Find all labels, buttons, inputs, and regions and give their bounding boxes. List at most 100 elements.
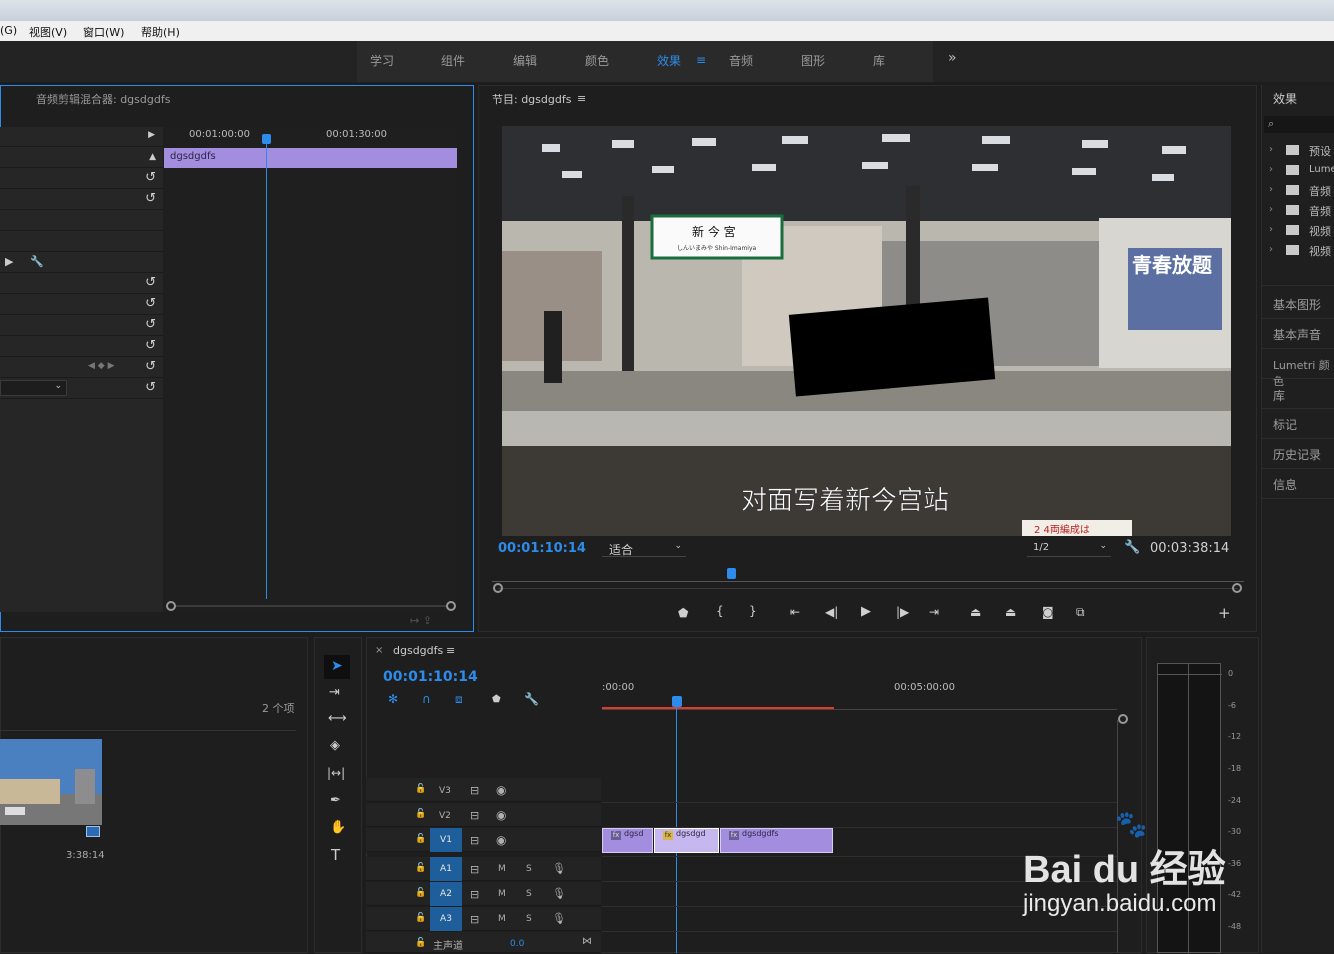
step-forward-icon[interactable]: |▶ (896, 605, 909, 619)
workspace-editing[interactable]: 编辑 (513, 52, 537, 69)
eye-icon[interactable]: ◉ (496, 833, 506, 847)
project-thumbnail[interactable] (0, 739, 102, 825)
timeline-playhead-handle[interactable] (672, 696, 682, 707)
lock-icon[interactable]: 🔓 (415, 784, 426, 794)
keyframe-nav-icon[interactable]: ◀ ◆ ▶ (88, 361, 115, 371)
sync-lock-icon[interactable]: ⊟ (470, 809, 479, 822)
microphone-icon[interactable]: 🎙 (552, 862, 566, 875)
track-target-a3[interactable]: A3 (430, 907, 462, 931)
lock-icon[interactable]: 🔓 (415, 809, 426, 819)
program-timecode[interactable]: 00:01:10:14 (498, 541, 586, 556)
microphone-icon[interactable]: 🎙 (552, 912, 566, 925)
lift-icon[interactable]: ⏏ (970, 605, 981, 619)
camera-icon[interactable]: ◙ (1042, 605, 1054, 619)
snap-icon[interactable]: ∩ (422, 692, 431, 706)
compare-icon[interactable]: ⧉ (1076, 605, 1085, 620)
track-target-a2[interactable]: A2 (430, 882, 462, 906)
reset-icon[interactable]: ↺ (145, 317, 156, 332)
reset-icon[interactable]: ↺ (145, 191, 156, 206)
lock-icon[interactable]: 🔓 (415, 913, 426, 923)
mute-button[interactable]: M (498, 889, 506, 899)
panel-markers[interactable]: 标记 (1273, 416, 1297, 433)
workspace-learn[interactable]: 学习 (370, 52, 394, 69)
go-to-edit-icon[interactable]: ⋈ (582, 936, 592, 947)
go-to-in-icon[interactable]: ⇤ (790, 605, 800, 619)
reset-icon[interactable]: ↺ (145, 338, 156, 353)
wrench-icon[interactable]: 🔧 (524, 692, 539, 706)
menu-graphics[interactable]: (G) (0, 24, 17, 37)
razor-tool-icon[interactable]: ◈ (330, 738, 340, 753)
workspace-overflow-icon[interactable]: » (948, 50, 957, 66)
extract-icon[interactable]: ⏏ (1005, 605, 1016, 619)
workspace-menu-icon[interactable]: ≡ (696, 53, 706, 67)
panel-info[interactable]: 信息 (1273, 476, 1297, 493)
timeline-timecode[interactable]: 00:01:10:14 (383, 669, 478, 685)
workspace-graphics[interactable]: 图形 (801, 52, 825, 69)
lock-icon[interactable]: 🔓 (415, 863, 426, 873)
type-tool-icon[interactable]: T (331, 846, 340, 864)
play-icon[interactable]: ▶ (861, 604, 871, 619)
lock-icon[interactable]: 🔓 (415, 938, 426, 948)
selection-tool[interactable]: ➤ (324, 655, 350, 679)
effects-search-input[interactable]: ⌕ (1264, 116, 1334, 133)
reset-icon[interactable]: ↺ (145, 359, 156, 374)
sync-lock-icon[interactable]: ⊟ (470, 784, 479, 797)
eye-icon[interactable]: ◉ (496, 808, 506, 822)
solo-button[interactable]: S (526, 864, 532, 874)
solo-button[interactable]: S (526, 889, 532, 899)
program-playhead[interactable] (727, 568, 736, 579)
mute-button[interactable]: M (498, 914, 506, 924)
timeline-clip[interactable]: fx dgsdgdfs (720, 828, 833, 853)
linked-selection-icon[interactable]: ⧈ (455, 692, 463, 707)
workspace-color[interactable]: 颜色 (585, 52, 609, 69)
track-target-a1[interactable]: A1 (430, 857, 462, 881)
add-button-icon[interactable]: + (1218, 604, 1231, 622)
slip-tool-icon[interactable]: |↔| (327, 766, 345, 780)
scroll-handle-right[interactable] (446, 601, 456, 611)
sync-lock-icon[interactable]: ⊟ (470, 834, 479, 847)
collapse-up-icon[interactable]: ▲ (149, 152, 156, 162)
solo-button[interactable]: S (526, 914, 532, 924)
menu-window[interactable]: 窗口(W) (83, 24, 124, 40)
mute-button[interactable]: M (498, 864, 506, 874)
program-zoom-bar[interactable] (498, 588, 1238, 589)
panel-essential-sound[interactable]: 基本声音 (1273, 326, 1321, 343)
program-ruler[interactable] (492, 576, 1244, 582)
panel-menu-icon[interactable]: ≡ (446, 644, 455, 657)
menu-view[interactable]: 视图(V) (29, 24, 67, 40)
microphone-icon[interactable]: 🎙 (552, 887, 566, 900)
ripple-edit-tool-icon[interactable]: ⟷ (328, 711, 347, 726)
reset-icon[interactable]: ↺ (145, 170, 156, 185)
reset-icon[interactable]: ↺ (145, 275, 156, 290)
reset-icon[interactable]: ↺ (145, 296, 156, 311)
step-back-icon[interactable]: ◀| (825, 605, 838, 619)
panel-history[interactable]: 历史记录 (1273, 446, 1321, 463)
settings-wrench-icon[interactable]: 🔧 (1124, 540, 1140, 555)
timeline-tab-title[interactable]: dgsdgdfs (393, 644, 443, 657)
master-value[interactable]: 0.0 (510, 939, 524, 949)
workspace-audio[interactable]: 音频 (729, 52, 753, 69)
mark-in-icon[interactable]: { (716, 604, 724, 618)
play-icon[interactable]: ▶ (5, 255, 13, 268)
mixer-scrollbar[interactable] (170, 605, 451, 607)
lock-icon[interactable]: 🔓 (415, 834, 426, 844)
playhead-handle[interactable] (262, 134, 271, 144)
parameter-dropdown[interactable]: ⌄ (0, 380, 67, 396)
scroll-handle-left[interactable] (166, 601, 176, 611)
reset-icon[interactable]: ↺ (145, 380, 156, 395)
sync-lock-icon[interactable]: ⊟ (470, 888, 479, 901)
export-icon[interactable]: ↦ ⇪ (410, 614, 432, 627)
resolution-dropdown[interactable]: 1/2 ⌄ (1027, 540, 1111, 557)
panel-menu-icon[interactable]: ≡ (577, 92, 586, 105)
fit-dropdown[interactable]: 适合 ⌄ (602, 540, 686, 557)
mark-out-icon[interactable]: } (749, 604, 757, 618)
menu-help[interactable]: 帮助(H) (141, 24, 180, 40)
sync-lock-icon[interactable]: ⊟ (470, 863, 479, 876)
track-select-tool-icon[interactable]: ⇥ (329, 685, 340, 700)
workspace-effects[interactable]: 效果 (657, 52, 681, 69)
close-icon[interactable]: × (375, 645, 383, 656)
pen-tool-icon[interactable]: ✒ (330, 793, 341, 808)
eye-icon[interactable]: ◉ (496, 783, 506, 797)
add-marker-icon[interactable]: ⬟ (492, 694, 501, 705)
panel-essential-graphics[interactable]: 基本图形 (1273, 296, 1321, 313)
